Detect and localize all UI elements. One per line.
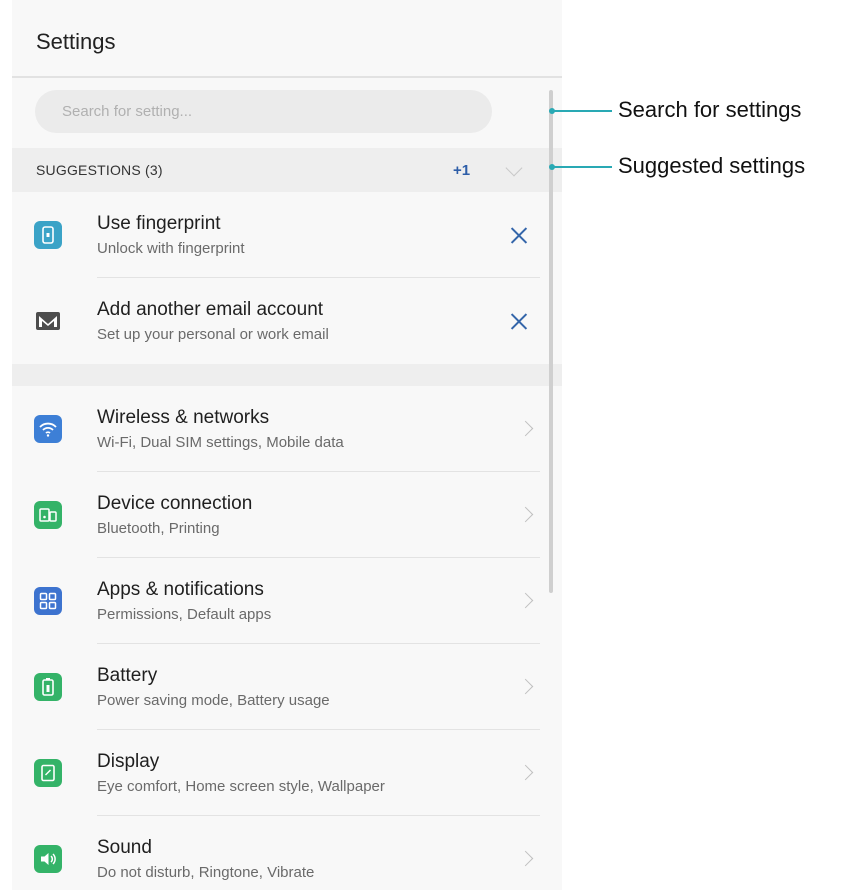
settings-item-title: Wireless & networks	[97, 407, 270, 428]
suggestions-label: SUGGESTIONS (3)	[36, 162, 163, 178]
dismiss-icon[interactable]	[509, 225, 529, 245]
display-icon	[34, 759, 62, 787]
settings-item-subtitle: Wi-Fi, Dual SIM settings, Mobile data	[97, 434, 344, 451]
search-area: Search for setting...	[12, 78, 562, 148]
settings-item-subtitle: Do not disturb, Ringtone, Vibrate	[97, 864, 315, 881]
search-placeholder: Search for setting...	[62, 103, 193, 120]
callout-search-line	[552, 110, 612, 112]
settings-item-subtitle: Permissions, Default apps	[97, 606, 272, 623]
dismiss-icon[interactable]	[509, 311, 529, 331]
sound-icon	[34, 845, 62, 873]
suggestion-subtitle: Set up your personal or work email	[97, 326, 329, 343]
callout-search-label: Search for settings	[618, 97, 802, 122]
chevron-right-icon	[517, 678, 534, 695]
device-connection-icon	[34, 501, 62, 529]
suggestion-item-email[interactable]: Add another email account Set up your pe…	[12, 278, 562, 364]
page-title: Settings	[36, 29, 116, 54]
battery-icon	[34, 673, 62, 701]
fingerprint-icon	[34, 221, 62, 249]
settings-item-sound[interactable]: Sound Do not disturb, Ringtone, Vibrate	[12, 816, 562, 890]
settings-item-title: Sound	[97, 837, 152, 858]
settings-item-display[interactable]: Display Eye comfort, Home screen style, …	[12, 730, 562, 816]
settings-item-subtitle: Bluetooth, Printing	[97, 520, 220, 537]
section-divider	[12, 364, 562, 386]
chevron-right-icon	[517, 850, 534, 867]
email-icon	[34, 307, 62, 335]
chevron-right-icon	[517, 420, 534, 437]
settings-item-wireless[interactable]: Wireless & networks Wi-Fi, Dual SIM sett…	[12, 386, 562, 472]
suggestions-more-count[interactable]: +1	[453, 162, 470, 179]
settings-item-battery[interactable]: Battery Power saving mode, Battery usage	[12, 644, 562, 730]
settings-item-title: Apps & notifications	[97, 579, 264, 600]
chevron-right-icon	[517, 592, 534, 609]
settings-item-subtitle: Eye comfort, Home screen style, Wallpape…	[97, 778, 385, 795]
settings-item-title: Device connection	[97, 493, 253, 514]
callout-suggested-line	[552, 166, 612, 168]
chevron-right-icon	[517, 506, 534, 523]
search-input[interactable]: Search for setting...	[35, 90, 492, 133]
settings-item-subtitle: Power saving mode, Battery usage	[97, 692, 330, 709]
chevron-down-icon[interactable]	[505, 159, 523, 177]
settings-item-title: Battery	[97, 665, 158, 686]
settings-item-title: Display	[97, 751, 160, 772]
suggestion-subtitle: Unlock with fingerprint	[97, 240, 245, 257]
settings-item-apps[interactable]: Apps & notifications Permissions, Defaul…	[12, 558, 562, 644]
apps-icon	[34, 587, 62, 615]
title-bar: Settings	[12, 0, 562, 78]
suggestion-item-fingerprint[interactable]: Use fingerprint Unlock with fingerprint	[12, 192, 562, 278]
suggestion-title: Add another email account	[97, 299, 324, 320]
settings-screen: Settings Search for setting... SUGGESTIO…	[12, 0, 562, 890]
wifi-icon	[34, 415, 62, 443]
chevron-right-icon	[517, 764, 534, 781]
suggestion-title: Use fingerprint	[97, 213, 221, 234]
settings-item-device-connection[interactable]: Device connection Bluetooth, Printing	[12, 472, 562, 558]
callout-suggested-label: Suggested settings	[618, 153, 806, 178]
suggestions-header[interactable]: SUGGESTIONS (3) +1	[12, 148, 562, 192]
